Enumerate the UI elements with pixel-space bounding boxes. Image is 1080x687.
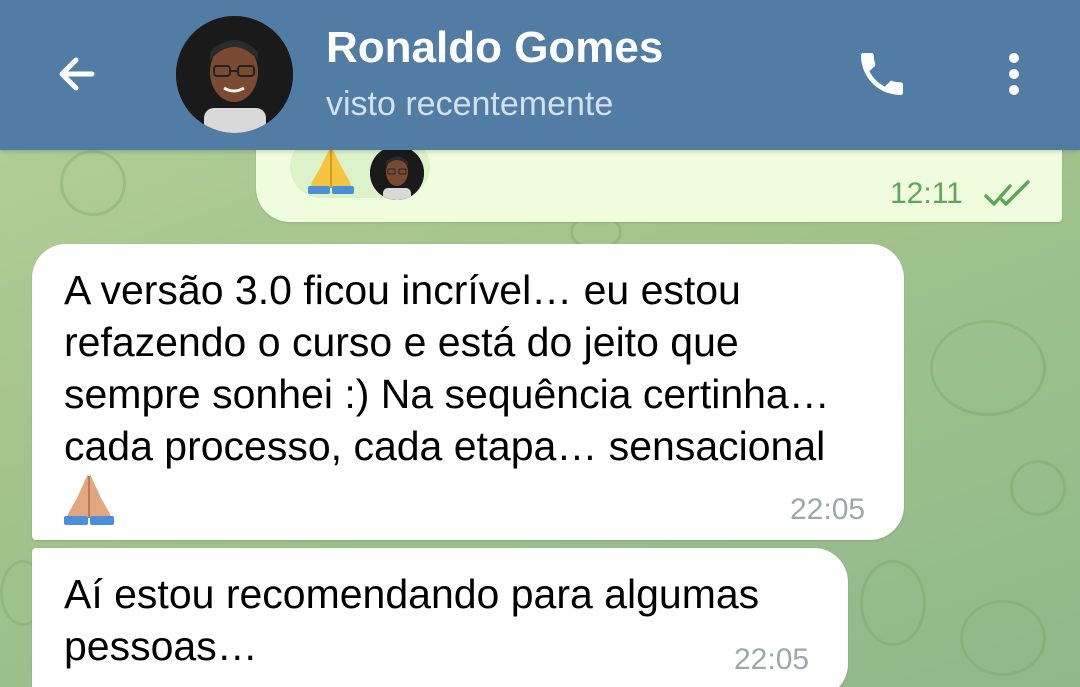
message-text: A versão 3.0 ficou incrível… eu estou re… <box>64 264 830 472</box>
double-check-icon <box>984 180 1030 206</box>
folded-hands-emoji <box>308 148 354 194</box>
message-time: 22:05 <box>734 643 810 676</box>
contact-avatar[interactable] <box>176 16 293 133</box>
more-vertical-icon <box>1009 53 1019 95</box>
message-line: cada processo, cada etapa… sensacional <box>64 423 826 469</box>
message-line: sempre sonhei :) Na sequência certinha… <box>64 371 830 417</box>
more-options-button[interactable] <box>990 42 1038 106</box>
message-line: pessoas… <box>64 623 258 669</box>
message-line: refazendo o curso e está do jeito que <box>64 319 739 365</box>
incoming-message-bubble[interactable]: A versão 3.0 ficou incrível… eu estou re… <box>32 244 904 540</box>
phone-icon <box>861 53 903 95</box>
avatar-photo <box>370 146 424 200</box>
background-doodle <box>930 320 1046 416</box>
reaction-avatar <box>370 146 424 200</box>
message-line: A versão 3.0 ficou incrível… eu estou <box>64 267 741 313</box>
arrow-left-icon <box>59 57 95 91</box>
contact-name: Ronaldo Gomes <box>326 23 664 72</box>
message-text: Aí estou recomendando para algumas pesso… <box>64 568 759 672</box>
chat-header: Ronaldo Gomes visto recentemente <box>0 0 1080 150</box>
back-button[interactable] <box>44 42 108 106</box>
message-time: 22:05 <box>790 493 866 526</box>
background-doodle <box>1010 460 1066 516</box>
message-time: 12:11 <box>890 177 963 210</box>
contact-status: visto recentemente <box>326 85 614 123</box>
contact-info[interactable]: Ronaldo Gomes visto recentemente <box>326 22 663 128</box>
incoming-message-bubble[interactable]: Aí estou recomendando para algumas pesso… <box>32 548 848 687</box>
background-doodle <box>60 150 126 216</box>
background-doodle <box>960 600 1046 676</box>
message-line: Aí estou recomendando para algumas <box>64 571 760 617</box>
background-doodle <box>860 560 926 646</box>
call-button[interactable] <box>850 42 914 106</box>
avatar-photo <box>176 16 293 133</box>
folded-hands-emoji <box>64 474 114 525</box>
